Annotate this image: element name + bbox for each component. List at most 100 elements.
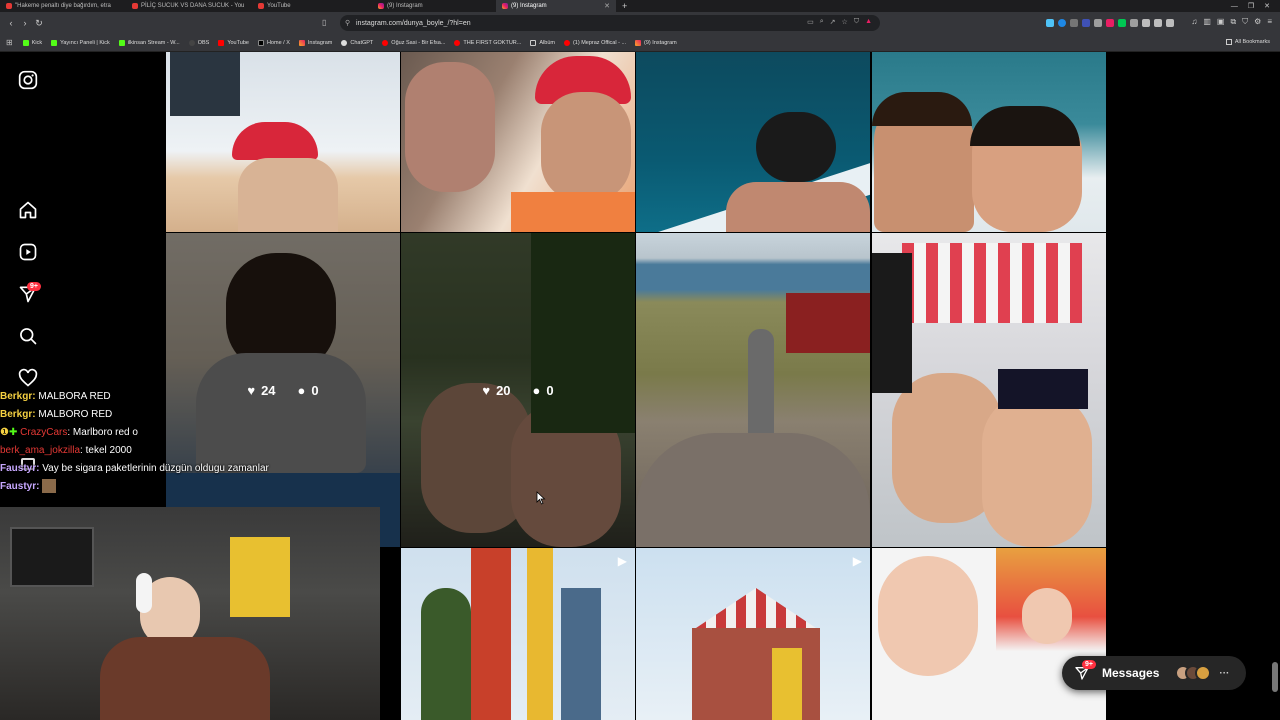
extension-icon[interactable] [1142,19,1150,27]
instagram-logo-icon[interactable] [18,70,38,90]
browser-tab[interactable]: "Hakeme penaltı diye bağırdım, etra [0,0,126,12]
post-hover-overlay[interactable]: ♥ 20 ● 0 [401,233,635,547]
post-thumbnail[interactable]: ▶ [401,548,635,720]
extension-icon[interactable] [1094,19,1102,27]
media-icon[interactable]: ♫ [1191,17,1197,27]
bookmark-item[interactable]: ilkinsan Stream - W... [118,39,180,46]
bookmark-page-icon[interactable]: ▯ [322,18,326,27]
reload-icon[interactable]: ↻ [32,18,46,29]
chat-message: Berkgr: MALBORO RED [0,409,113,420]
forward-icon[interactable]: › [18,18,32,28]
extension-icon[interactable] [1118,19,1126,27]
more-icon[interactable]: ··· [1219,668,1229,679]
bookmark-item[interactable]: Kick [22,39,42,46]
page-scrollbar[interactable] [1272,52,1278,720]
zoom-icon[interactable]: ⌕ [820,18,824,26]
post-thumbnail[interactable] [636,52,870,232]
mouse-cursor-icon [536,491,546,505]
new-tab-button[interactable]: + [616,0,630,12]
bookmark-item[interactable]: THE FIRST GOKTUR... [454,39,521,46]
extension-icon[interactable] [1046,19,1054,27]
bookmark-star-icon[interactable]: ☆ [842,18,848,26]
search-icon[interactable] [18,326,38,346]
install-app-icon[interactable]: ▭ [807,18,814,26]
face [405,62,495,192]
browser-tab[interactable]: PİLİÇ SUCUK VS DANA SUCUK - You [126,0,252,12]
bookmark-item[interactable]: ChatGPT [341,39,373,46]
bookmark-item[interactable]: Home / X [257,39,290,46]
bookmarks-bar: ⊞ Kick Yayıncı Paneli | Kick ilkinsan St… [0,34,1280,52]
site-info-icon[interactable]: ⚲ [345,19,350,27]
bookmark-item[interactable]: Oğuz Sasi - Bir Efsa... [382,39,445,46]
chat-message: Faustyr: Vay be sigara paketlerinin düzg… [0,463,269,474]
share-icon[interactable]: ↗ [830,18,836,26]
browser-tab[interactable]: (9) Instagram [372,0,496,12]
messages-label: Messages [1102,666,1160,680]
sidebar-icon[interactable]: ▥ [1203,17,1211,27]
reels-icon[interactable] [18,242,38,262]
youtube-icon [132,3,138,9]
instagram-page: 9+ ♥ 24 ● 0 ♥ 20 ● 0 ▶ ▶ Berkgr: MALBORA… [0,52,1280,720]
extension-icon[interactable] [1082,19,1090,27]
extensions-icon[interactable]: ⧉ [1230,17,1236,27]
address-bar[interactable]: ⚲ instagram.com/dunya_boyle_/?hl=en ▭ ⌕ … [340,15,880,31]
post-thumbnail[interactable] [872,52,1106,232]
browser-tab-active[interactable]: (9) Instagram ✕ [496,0,616,12]
extension-icon[interactable] [1130,19,1138,27]
bookmark-item[interactable]: OBS [188,39,209,46]
extension-icon[interactable] [1106,19,1114,27]
shirt [511,192,635,232]
back-icon[interactable]: ‹ [4,18,18,28]
all-bookmarks-button[interactable]: All Bookmarks [1225,39,1270,45]
post-thumbnail[interactable] [872,233,1106,547]
person-legs [170,52,240,116]
bookmark-item[interactable]: Instagram [298,39,332,46]
screenshot-icon[interactable]: ▣ [1217,17,1225,27]
post-thumbnail[interactable] [401,52,635,232]
post-thumbnail[interactable]: ▶ [636,548,870,720]
face [238,158,338,232]
extension-icon[interactable] [1070,19,1078,27]
scrollbar-thumb[interactable] [1272,662,1278,692]
badge-icon: ✚ [8,427,18,438]
headphones [136,573,152,613]
slide-blue [561,588,601,720]
bookmark-item[interactable]: YouTube [218,39,249,46]
home-icon[interactable] [18,200,38,220]
slide-yellow [527,548,553,720]
vpn-icon[interactable]: ⛉ [1242,17,1248,27]
shield-icon[interactable]: ⛉ [854,18,859,26]
chairs [902,243,1082,323]
post-thumbnail[interactable] [872,548,1106,720]
close-window-icon[interactable]: ✕ [1264,2,1270,10]
hair [970,106,1080,146]
apps-grid-icon[interactable]: ⊞ [6,38,13,47]
close-tab-icon[interactable]: ✕ [604,2,610,10]
badge-icon: ❶ [0,427,9,438]
settings-icon[interactable]: ⚙ [1254,17,1261,27]
extension-icon[interactable] [1166,19,1174,27]
bookmark-folder[interactable]: Albüm [530,39,555,46]
extension-warning-icon[interactable]: ▲ [865,18,872,26]
maximize-icon[interactable]: ❐ [1248,2,1254,10]
face [982,393,1092,547]
bookmark-item[interactable]: Yayıncı Paneli | Kick [51,39,110,46]
post-thumbnail[interactable] [166,52,400,232]
browser-tab[interactable]: YouTube [252,0,372,12]
shoulders [726,182,870,232]
bookmark-item[interactable]: (1) Mepraz Offical - ... [563,39,626,46]
bookmark-item[interactable]: (9) Instagram [635,39,677,46]
rock [636,433,870,547]
post-thumbnail[interactable] [636,233,870,547]
notification-badge: 9+ [27,282,41,291]
post-thumbnail[interactable]: ♥ 20 ● 0 [401,233,635,547]
extension-icon[interactable] [1154,19,1162,27]
messages-button[interactable]: 9+ Messages ··· [1062,656,1246,690]
person-gown [872,253,912,393]
comment-icon: ● [532,382,541,398]
hair [756,112,836,182]
extension-icon[interactable] [1058,19,1066,27]
minimize-icon[interactable]: — [1231,3,1238,10]
menu-icon[interactable]: ≡ [1267,17,1272,27]
heart-icon[interactable] [18,368,38,388]
